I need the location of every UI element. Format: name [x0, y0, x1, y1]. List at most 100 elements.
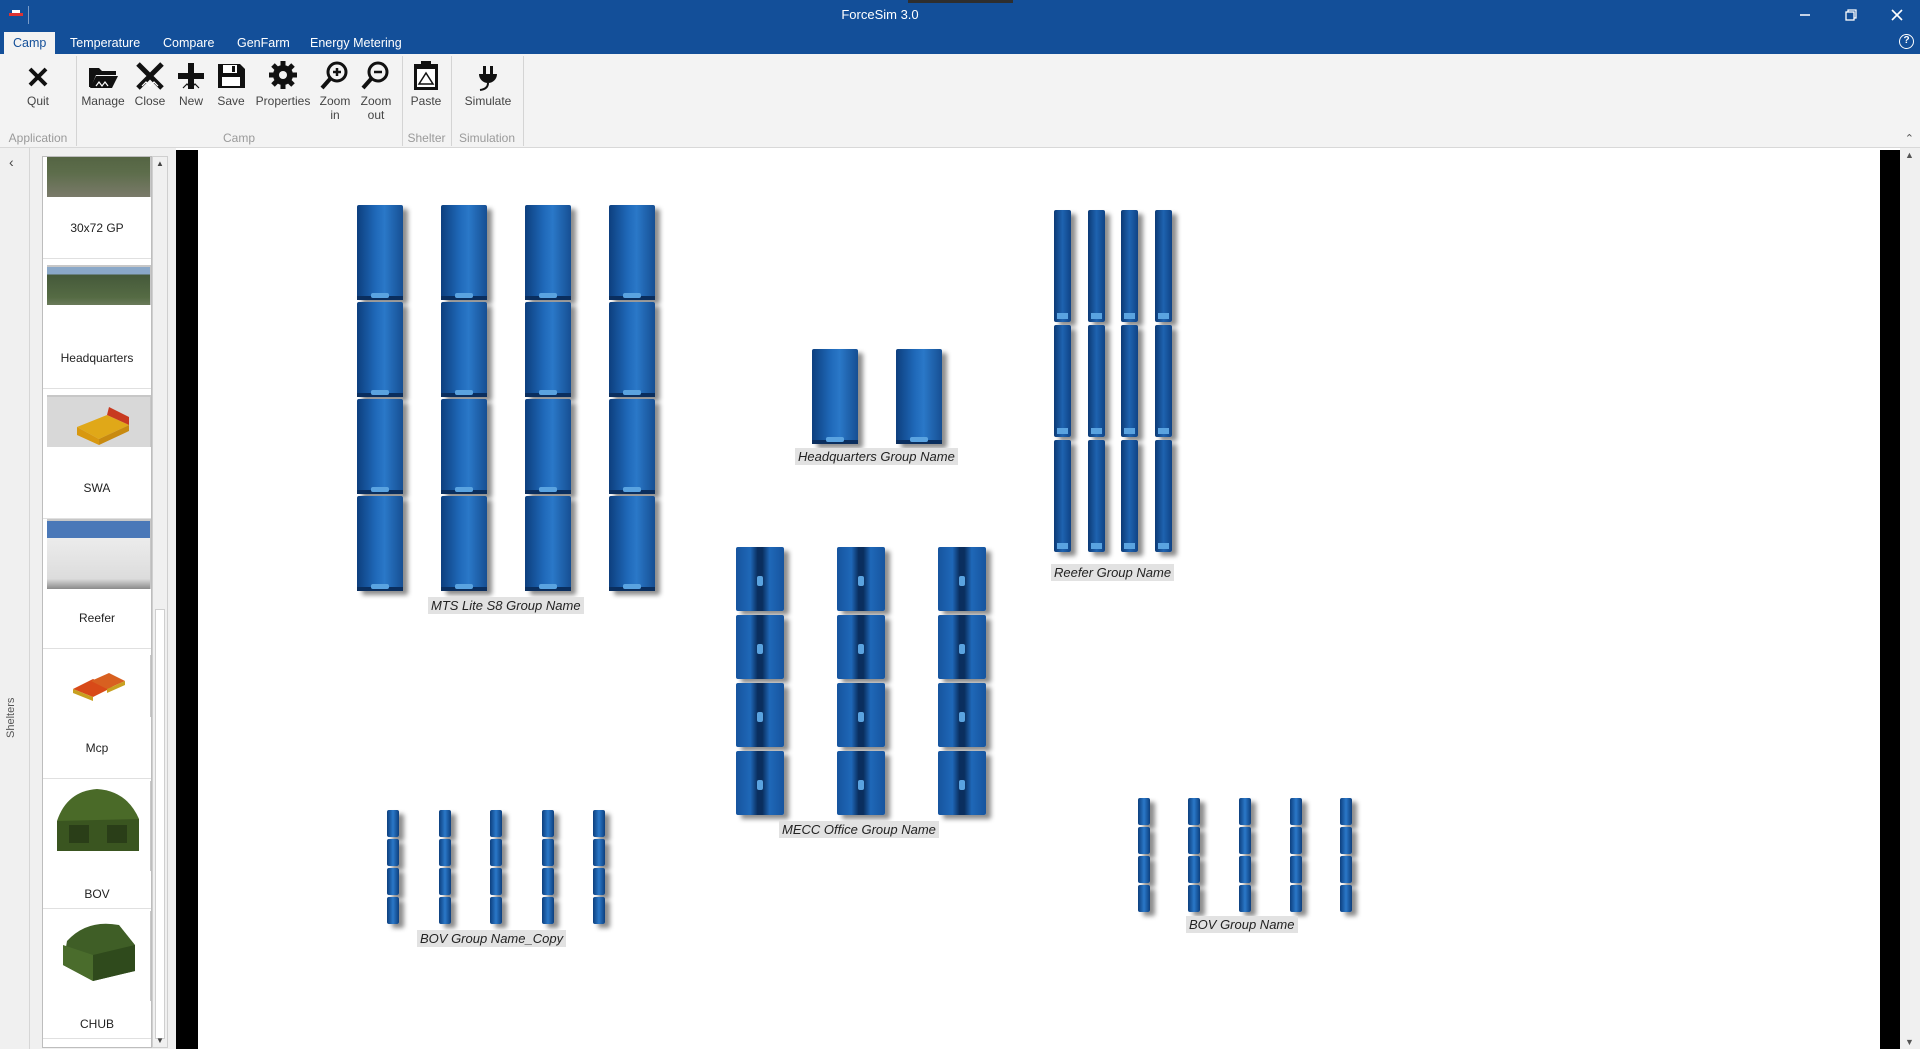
paste-button[interactable]: Paste [407, 60, 445, 108]
collapse-panel-icon[interactable]: ‹ [9, 154, 14, 170]
shelter-unit[interactable] [1138, 798, 1150, 825]
shelter-unit[interactable] [593, 897, 605, 924]
shelter-unit[interactable] [1188, 856, 1200, 883]
shelter-unit[interactable] [490, 839, 502, 866]
list-item[interactable]: BOV [43, 779, 151, 909]
shelter-unit[interactable] [1088, 325, 1105, 437]
shelter-unit[interactable] [490, 810, 502, 837]
list-item[interactable]: Mcp [43, 649, 151, 779]
shelter-unit[interactable] [736, 615, 784, 679]
properties-button[interactable]: Properties [253, 60, 313, 108]
restore-button[interactable] [1828, 0, 1874, 30]
shelter-unit[interactable] [357, 302, 403, 397]
shelter-unit[interactable] [1290, 856, 1302, 883]
tab-genfarm[interactable]: GenFarm [228, 32, 299, 54]
shelter-unit[interactable] [525, 302, 571, 397]
palette-scrollbar[interactable]: ▲ ▼ [152, 156, 168, 1048]
shelter-unit[interactable] [1054, 210, 1071, 322]
shelter-unit[interactable] [357, 399, 403, 494]
shelter-unit[interactable] [1188, 798, 1200, 825]
shelter-unit[interactable] [938, 547, 986, 611]
shelter-unit[interactable] [938, 615, 986, 679]
shelter-unit[interactable] [439, 868, 451, 895]
shelter-unit[interactable] [1138, 856, 1150, 883]
shelter-unit[interactable] [593, 868, 605, 895]
manage-button[interactable]: Manage [80, 60, 126, 108]
new-button[interactable]: New [172, 60, 210, 108]
shelter-unit[interactable] [1088, 440, 1105, 552]
shelter-unit[interactable] [609, 302, 655, 397]
shelter-unit[interactable] [542, 810, 554, 837]
shelter-unit[interactable] [1155, 440, 1172, 552]
shelter-unit[interactable] [1088, 210, 1105, 322]
shelter-unit[interactable] [1239, 827, 1251, 854]
collapse-ribbon-icon[interactable]: ⌃ [1905, 132, 1914, 145]
shelter-unit[interactable] [387, 897, 399, 924]
shelter-unit[interactable] [938, 751, 986, 815]
shelter-unit[interactable] [1239, 885, 1251, 912]
group-name-label[interactable]: BOV Group Name [1186, 916, 1298, 933]
shelter-unit[interactable] [1340, 856, 1352, 883]
shelter-unit[interactable] [1121, 325, 1138, 437]
shelter-unit[interactable] [609, 399, 655, 494]
canvas-scrollbar[interactable]: ▲ ▼ [1900, 148, 1920, 1049]
shelter-unit[interactable] [441, 302, 487, 397]
simulate-button[interactable]: Simulate [458, 60, 518, 108]
shelter-unit[interactable] [938, 683, 986, 747]
shelter-unit[interactable] [441, 399, 487, 494]
shelter-unit[interactable] [1121, 210, 1138, 322]
shelter-unit[interactable] [439, 810, 451, 837]
shelter-unit[interactable] [439, 897, 451, 924]
shelter-unit[interactable] [736, 547, 784, 611]
group-name-label[interactable]: MECC Office Group Name [779, 821, 939, 838]
shelter-unit[interactable] [1340, 885, 1352, 912]
help-icon[interactable]: ? [1899, 34, 1914, 49]
shelter-unit[interactable] [1155, 210, 1172, 322]
shelter-unit[interactable] [1121, 440, 1138, 552]
shelter-unit[interactable] [490, 897, 502, 924]
minimize-button[interactable] [1782, 0, 1828, 30]
shelter-unit[interactable] [387, 810, 399, 837]
shelter-unit[interactable] [439, 839, 451, 866]
camp-canvas[interactable]: MTS Lite S8 Group Name Headquarters Grou… [198, 150, 1880, 1049]
zoom-in-button[interactable]: Zoom in [316, 60, 354, 122]
shelter-unit[interactable] [357, 496, 403, 591]
shelter-unit[interactable] [1290, 798, 1302, 825]
shelter-unit[interactable] [1188, 827, 1200, 854]
shelter-unit[interactable] [1340, 798, 1352, 825]
scroll-down-icon[interactable]: ▼ [153, 1036, 167, 1045]
scroll-down-icon[interactable]: ▼ [1905, 1037, 1914, 1047]
shelter-unit[interactable] [837, 751, 885, 815]
scrollbar-thumb[interactable] [155, 609, 165, 1039]
shelter-unit[interactable] [542, 897, 554, 924]
shelter-unit[interactable] [609, 205, 655, 300]
shelter-unit[interactable] [441, 496, 487, 591]
tab-compare[interactable]: Compare [154, 32, 223, 54]
quit-button[interactable]: Quit [18, 60, 58, 108]
shelter-unit[interactable] [1138, 827, 1150, 854]
shelter-unit[interactable] [1340, 827, 1352, 854]
shelter-unit[interactable] [525, 399, 571, 494]
shelter-unit[interactable] [593, 839, 605, 866]
shelter-unit[interactable] [387, 868, 399, 895]
shelter-unit[interactable] [1188, 885, 1200, 912]
shelter-unit[interactable] [837, 615, 885, 679]
shelter-unit[interactable] [387, 839, 399, 866]
shelter-unit[interactable] [609, 496, 655, 591]
group-name-label[interactable]: BOV Group Name_Copy [417, 930, 567, 947]
shelter-unit[interactable] [490, 868, 502, 895]
save-button[interactable]: Save [212, 60, 250, 108]
shelter-unit[interactable] [837, 547, 885, 611]
shelter-unit[interactable] [736, 751, 784, 815]
tab-energy-metering[interactable]: Energy Metering [301, 32, 411, 54]
list-item[interactable]: Headquarters [43, 259, 151, 389]
shelter-unit[interactable] [1290, 885, 1302, 912]
shelter-unit[interactable] [1239, 798, 1251, 825]
tab-camp[interactable]: Camp [4, 32, 56, 54]
zoom-out-button[interactable]: Zoom out [357, 60, 395, 122]
shelter-unit[interactable] [441, 205, 487, 300]
close-window-button[interactable] [1874, 0, 1920, 30]
list-item[interactable]: CHUB [43, 909, 151, 1039]
shelter-unit[interactable] [525, 496, 571, 591]
shelter-unit[interactable] [357, 205, 403, 300]
